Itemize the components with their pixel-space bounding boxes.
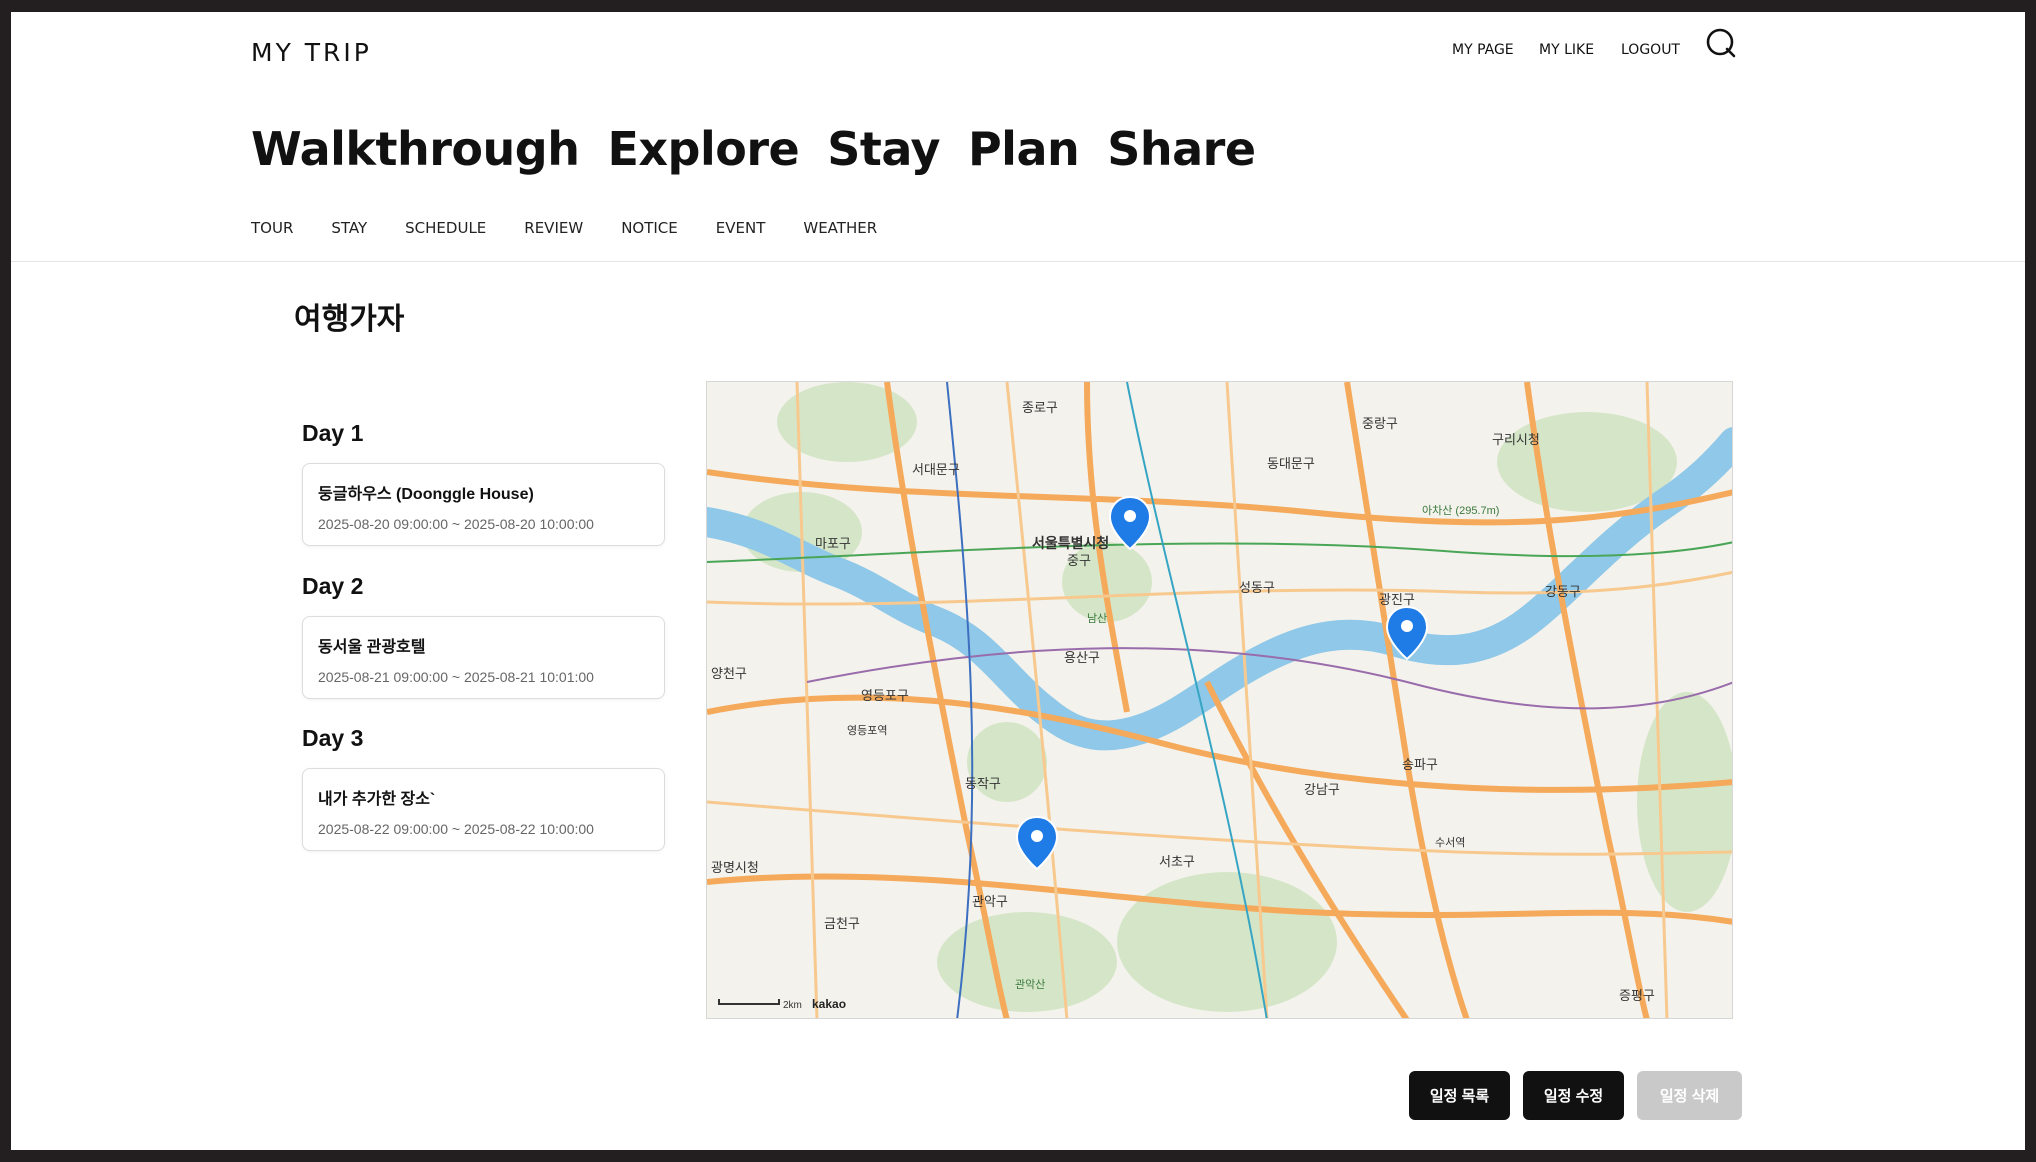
nav-logout[interactable]: LOGOUT [1621,42,1680,58]
place-time: 2025-08-22 09:00:00 ~ 2025-08-22 10:00:0… [318,821,594,837]
sub-nav: TOUR STAY SCHEDULE REVIEW NOTICE EVENT W… [251,219,915,237]
trip-title: 여행가자 [294,303,405,336]
day-title: Day 3 [302,725,364,751]
map-label: 서대문구 [912,462,960,477]
map-label: 증평구 [1619,988,1655,1003]
place-time: 2025-08-20 09:00:00 ~ 2025-08-20 10:00:0… [318,516,594,532]
map-label: 양천구 [711,666,747,681]
schedule-card[interactable]: 동서울 관광호텔 2025-08-21 09:00:00 ~ 2025-08-2… [302,616,665,699]
map-label: 영등포구 [861,688,909,703]
map-label: 영등포역 [847,724,887,737]
day-2: Day 2 동서울 관광호텔 2025-08-21 09:00:00 ~ 202… [302,573,665,699]
subnav-weather[interactable]: WEATHER [803,219,877,237]
map-label: 광진구 [1379,592,1415,607]
subnav-tour[interactable]: TOUR [251,219,293,237]
map-label: 성동구 [1239,580,1275,595]
hero-stay[interactable]: Stay [827,122,940,176]
page: MY TRIP MY PAGE MY LIKE LOGOUT Walkthrou… [11,12,2025,1150]
hero-plan[interactable]: Plan [968,122,1080,176]
map-canvas[interactable]: 종로구 서대문구 동대문구 중랑구 구리시청 서울특별시청 중구 성동구 광진구… [707,382,1733,1019]
map-label: 송파구 [1402,757,1438,772]
map-label: 종로구 [1022,400,1058,415]
schedule-edit-button[interactable]: 일정 수정 [1523,1071,1624,1120]
hero-walkthrough[interactable]: Walkthrough [251,122,580,176]
place-name: 내가 추가한 장소` [318,791,436,808]
subnav-event[interactable]: EVENT [716,219,766,237]
map-label: 용산구 [1064,650,1100,665]
map-label: 동대문구 [1267,456,1315,471]
map-label: 광명시청 [711,860,759,875]
subnav-notice[interactable]: NOTICE [621,219,678,237]
header-divider [11,261,2025,262]
day-title: Day 1 [302,420,364,446]
map-label: 남산 [1087,612,1107,625]
place-name: 동서울 관광호텔 [318,639,426,656]
map-label: 수서역 [1435,836,1465,849]
map-label: 아차산 (295.7m) [1422,504,1499,517]
nav-my-page[interactable]: MY PAGE [1452,42,1514,58]
schedule-delete-button[interactable]: 일정 삭제 [1637,1071,1742,1120]
map-label: 서초구 [1159,854,1195,869]
svg-text:2km: 2km [783,1000,802,1011]
map-label: 강동구 [1545,584,1581,599]
map-label: 구리시청 [1492,432,1540,447]
map-label: 금천구 [824,916,860,931]
subnav-schedule[interactable]: SCHEDULE [405,219,486,237]
map-label: 중랑구 [1362,416,1398,431]
kakao-logo: kakao [812,997,846,1011]
hero-explore[interactable]: Explore [607,122,799,176]
day-title: Day 2 [302,573,364,599]
map-label: 서울특별시청 [1032,535,1109,551]
map-label: 마포구 [815,536,851,551]
day-3: Day 3 내가 추가한 장소` 2025-08-22 09:00:00 ~ 2… [302,725,665,851]
hero-menu: Walkthrough Explore Stay Plan Share [251,122,1256,176]
subnav-review[interactable]: REVIEW [524,219,583,237]
map-label: 중구 [1067,553,1091,568]
map-label: 관악산 [1015,978,1045,991]
route-map[interactable]: 종로구 서대문구 동대문구 중랑구 구리시청 서울특별시청 중구 성동구 광진구… [706,381,1733,1019]
hero-share[interactable]: Share [1107,122,1256,176]
day-1: Day 1 둥글하우스 (Doonggle House) 2025-08-20 … [302,420,665,546]
search-icon[interactable] [1704,25,1738,59]
place-name: 둥글하우스 (Doonggle House) [318,486,534,503]
map-label: 관악구 [972,894,1008,909]
map-label: 강남구 [1304,782,1340,797]
subnav-stay[interactable]: STAY [331,219,367,237]
map-label: 동작구 [965,776,1001,791]
schedule-card[interactable]: 둥글하우스 (Doonggle House) 2025-08-20 09:00:… [302,463,665,546]
schedule-list-button[interactable]: 일정 목록 [1409,1071,1510,1120]
place-time: 2025-08-21 09:00:00 ~ 2025-08-21 10:01:0… [318,669,594,685]
schedule-card[interactable]: 내가 추가한 장소` 2025-08-22 09:00:00 ~ 2025-08… [302,768,665,851]
nav-my-like[interactable]: MY LIKE [1539,42,1594,58]
